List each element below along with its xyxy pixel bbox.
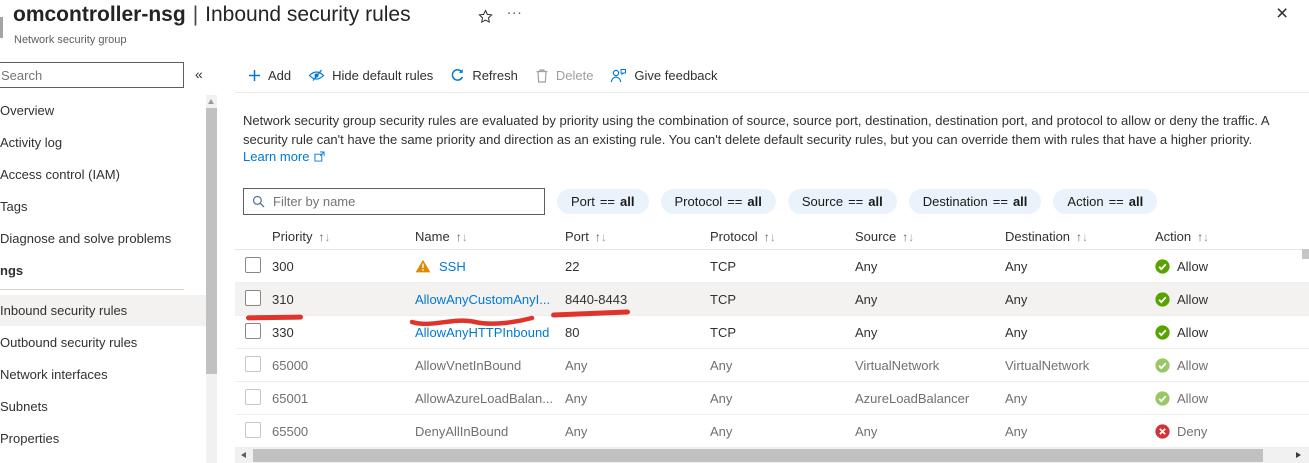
col-header-action[interactable]: Action↑↓ <box>1155 229 1309 244</box>
rule-name[interactable]: AllowAzureLoadBalan... <box>415 391 553 406</box>
rule-name[interactable]: DenyAllInBound <box>415 424 508 439</box>
refresh-icon <box>450 68 465 83</box>
row-checkbox[interactable] <box>245 290 261 306</box>
search-icon <box>252 195 265 208</box>
description-text: Network security group security rules ar… <box>243 111 1288 149</box>
rule-name-link[interactable]: AllowAnyCustomAnyI... <box>415 292 550 307</box>
title-separator: | <box>186 3 205 26</box>
table-row[interactable]: 65500 DenyAllInBound Any Any Any Any Den… <box>235 415 1309 448</box>
action-label: Allow <box>1177 292 1208 307</box>
filter-pill-destination[interactable]: Destination==all <box>909 189 1042 214</box>
sidebar-group-settings: ngs <box>0 255 23 286</box>
eye-slash-icon <box>308 68 325 83</box>
page-title: omcontroller-nsg|Inbound security rules <box>13 3 411 27</box>
sidebar-item-inbound-security-rules[interactable]: Inbound security rules <box>0 295 206 326</box>
azure-nsg-inbound-rules-page: omcontroller-nsg|Inbound security rules … <box>0 0 1309 463</box>
allow-icon <box>1155 292 1170 307</box>
sidebar-search-input[interactable] <box>0 63 183 87</box>
annotation-underline-rule-name <box>409 314 535 335</box>
more-menu-icon[interactable]: ... <box>507 1 523 18</box>
filter-pill-source[interactable]: Source==all <box>788 189 897 214</box>
scrollbar-right-arrow-icon[interactable] <box>1296 452 1301 458</box>
blade-name: Inbound security rules <box>205 3 410 26</box>
horizontal-scrollbar[interactable] <box>235 448 1309 463</box>
filter-pill-port[interactable]: Port==all <box>557 189 649 214</box>
warning-icon <box>415 259 431 273</box>
add-icon <box>248 69 261 82</box>
allow-icon <box>1155 358 1170 373</box>
col-header-priority[interactable]: Priority↑↓ <box>272 229 415 244</box>
add-button[interactable]: Add <box>248 68 291 83</box>
action-label: Deny <box>1177 424 1207 439</box>
allow-icon <box>1155 391 1170 406</box>
table-row[interactable]: 65000 AllowVnetInBound Any Any VirtualNe… <box>235 349 1309 382</box>
sidebar-item-activity-log[interactable]: Activity log <box>0 127 206 158</box>
row-checkbox[interactable] <box>245 323 261 339</box>
col-header-destination[interactable]: Destination↑↓ <box>1005 229 1155 244</box>
close-icon[interactable]: × <box>1276 3 1288 24</box>
sidebar-item-network-interfaces[interactable]: Network interfaces <box>0 359 206 390</box>
table-row[interactable]: 65001 AllowAzureLoadBalan... Any Any Azu… <box>235 382 1309 415</box>
allow-icon <box>1155 325 1170 340</box>
table-row[interactable]: 330 AllowAnyHTTPInbound 80 TCP Any Any A… <box>235 316 1309 349</box>
sidebar-collapse-icon[interactable]: « <box>195 66 203 82</box>
action-label: Allow <box>1177 391 1208 406</box>
action-label: Allow <box>1177 358 1208 373</box>
col-header-name[interactable]: Name↑↓ <box>415 229 565 244</box>
sidebar-item-properties[interactable]: Properties <box>0 423 206 454</box>
favorite-star-icon[interactable] <box>478 9 493 29</box>
row-checkbox[interactable] <box>245 389 261 405</box>
allow-icon <box>1155 259 1170 274</box>
resource-name: omcontroller-nsg <box>13 3 186 26</box>
table-row[interactable]: 310 AllowAnyCustomAnyI... 8440-8443 TCP … <box>235 283 1309 316</box>
filter-bar: Port==all Protocol==all Source==all Dest… <box>243 188 1157 215</box>
sidebar-scrollbar-thumb[interactable] <box>206 108 217 374</box>
trash-icon <box>535 68 549 83</box>
refresh-button[interactable]: Refresh <box>450 68 518 83</box>
feedback-person-icon <box>610 68 627 83</box>
table-header-row: Priority↑↓ Name↑↓ Port↑↓ Protocol↑↓ Sour… <box>235 224 1309 250</box>
filter-pill-protocol[interactable]: Protocol==all <box>661 189 776 214</box>
table-row[interactable]: 300 SSH 22 TCP Any Any Allow <box>235 250 1309 283</box>
sidebar-scrollbar[interactable] <box>206 95 217 463</box>
sidebar: « Overview Activity log Access control (… <box>0 55 218 463</box>
resource-type-subtitle: Network security group <box>14 34 127 46</box>
deny-icon <box>1155 424 1170 439</box>
command-bar: Add Hide default rules Refresh Delete Gi… <box>248 61 718 89</box>
row-checkbox[interactable] <box>245 422 261 438</box>
rule-name-link[interactable]: SSH <box>439 259 466 274</box>
sidebar-item-tags[interactable]: Tags <box>0 191 206 222</box>
scrollbar-up-arrow-icon[interactable] <box>208 99 214 104</box>
col-header-source[interactable]: Source↑↓ <box>855 229 1005 244</box>
sidebar-search-box <box>0 62 184 88</box>
row-checkbox[interactable] <box>245 356 261 372</box>
vertical-scrollbar-thumb[interactable] <box>1302 249 1309 259</box>
horizontal-scrollbar-thumb[interactable] <box>253 449 1263 462</box>
resource-icon-fragment <box>0 17 3 38</box>
rules-table: Priority↑↓ Name↑↓ Port↑↓ Protocol↑↓ Sour… <box>235 224 1309 448</box>
filter-by-name-box <box>243 188 545 215</box>
sidebar-item-outbound-security-rules[interactable]: Outbound security rules <box>0 327 206 358</box>
scrollbar-left-arrow-icon[interactable] <box>241 452 246 458</box>
sidebar-item-subnets[interactable]: Subnets <box>0 391 206 422</box>
give-feedback-button[interactable]: Give feedback <box>610 68 717 83</box>
sidebar-item-overview[interactable]: Overview <box>0 95 206 126</box>
learn-more-link[interactable]: Learn more <box>243 149 325 164</box>
sidebar-divider <box>0 289 184 290</box>
rule-name[interactable]: AllowVnetInBound <box>415 358 521 373</box>
annotation-underline-priority-310 <box>246 315 303 320</box>
action-label: Allow <box>1177 259 1208 274</box>
sidebar-item-access-control[interactable]: Access control (IAM) <box>0 159 206 190</box>
sidebar-item-diagnose[interactable]: Diagnose and solve problems <box>0 223 206 254</box>
hide-default-rules-button[interactable]: Hide default rules <box>308 68 433 83</box>
filter-pill-action[interactable]: Action==all <box>1053 189 1157 214</box>
toolbar-divider <box>235 92 1309 93</box>
action-label: Allow <box>1177 325 1208 340</box>
filter-by-name-input[interactable] <box>271 193 536 210</box>
external-link-icon <box>314 151 325 162</box>
col-header-port[interactable]: Port↑↓ <box>565 229 710 244</box>
delete-button[interactable]: Delete <box>535 68 594 83</box>
col-header-protocol[interactable]: Protocol↑↓ <box>710 229 855 244</box>
row-checkbox[interactable] <box>245 257 261 273</box>
